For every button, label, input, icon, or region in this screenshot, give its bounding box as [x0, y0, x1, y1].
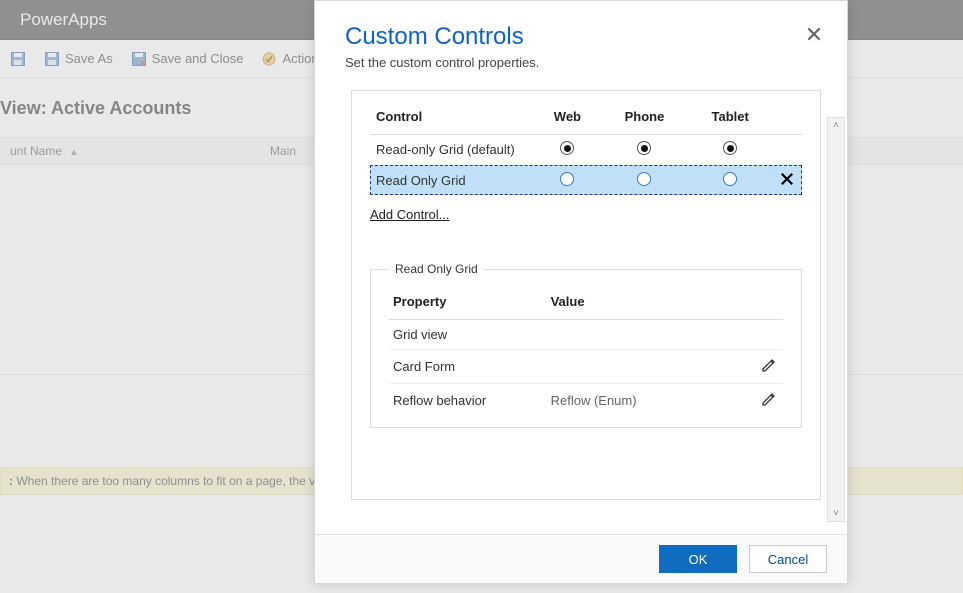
property-name: Card Form	[389, 350, 547, 384]
control-name: Read-only Grid (default)	[370, 135, 534, 165]
dialog-subtitle: Set the custom control properties.	[345, 55, 817, 70]
property-name: Grid view	[389, 320, 547, 350]
property-value	[547, 350, 757, 384]
save-icon	[10, 51, 26, 67]
radio-tablet[interactable]	[723, 172, 737, 186]
sort-asc-icon: ▲	[69, 147, 78, 157]
edit-property-button[interactable]	[761, 357, 777, 373]
column-label: Main	[270, 144, 296, 158]
close-icon	[780, 172, 794, 186]
controls-table: Control Web Phone Tablet Read-only Grid …	[370, 105, 802, 195]
save-close-button[interactable]: Save and Close	[131, 51, 244, 67]
property-value	[547, 320, 757, 350]
save-as-button[interactable]: Save As	[44, 51, 113, 67]
property-legend: Read Only Grid	[389, 262, 484, 276]
column-label: unt Name	[10, 144, 62, 158]
scroll-down-icon: ˅	[833, 506, 839, 521]
scroll-up-icon: ˄	[833, 118, 839, 133]
control-row-default[interactable]: Read-only Grid (default)	[370, 135, 802, 165]
column-header[interactable]: unt Name ▲	[0, 144, 260, 158]
ok-button[interactable]: OK	[659, 545, 737, 573]
property-value: Reflow (Enum)	[547, 384, 757, 418]
col-property: Property	[389, 290, 547, 320]
col-phone: Phone	[601, 105, 689, 135]
radio-phone[interactable]	[637, 172, 651, 186]
save-close-label: Save and Close	[152, 51, 244, 66]
edit-property-button[interactable]	[761, 391, 777, 407]
dialog-title: Custom Controls	[345, 23, 817, 51]
property-name: Reflow behavior	[389, 384, 547, 418]
col-web: Web	[534, 105, 600, 135]
custom-controls-dialog: Custom Controls Set the custom control p…	[314, 0, 848, 584]
note-text: When there are too many columns to fit o…	[13, 474, 333, 488]
property-fieldset: Read Only Grid Property Value Grid view	[370, 262, 802, 428]
save-as-icon	[44, 51, 60, 67]
property-row: Grid view	[389, 320, 783, 350]
save-as-label: Save As	[65, 51, 113, 66]
controls-panel: Control Web Phone Tablet Read-only Grid …	[351, 90, 821, 500]
cancel-button[interactable]: Cancel	[749, 545, 827, 573]
save-close-icon	[131, 51, 147, 67]
dialog-header: Custom Controls Set the custom control p…	[315, 1, 847, 78]
radio-web[interactable]	[560, 141, 574, 155]
dialog-scrollbar[interactable]: ˄ ˅	[827, 117, 845, 522]
property-table: Property Value Grid view Card Form	[389, 290, 783, 417]
save-button[interactable]	[10, 51, 26, 67]
pencil-icon	[761, 357, 777, 373]
radio-phone[interactable]	[637, 141, 651, 155]
radio-web[interactable]	[560, 172, 574, 186]
control-row-selected[interactable]: Read Only Grid	[370, 165, 802, 196]
dialog-footer: OK Cancel	[315, 534, 847, 583]
column-header[interactable]: Main	[260, 144, 306, 158]
col-edit	[757, 290, 783, 320]
control-name: Read Only Grid	[370, 165, 534, 196]
col-value: Value	[547, 290, 757, 320]
property-row: Reflow behavior Reflow (Enum)	[389, 384, 783, 418]
close-icon	[805, 25, 823, 43]
pencil-icon	[761, 391, 777, 407]
app-title: PowerApps	[20, 10, 107, 30]
actions-icon	[261, 51, 277, 67]
property-row: Card Form	[389, 350, 783, 384]
radio-tablet[interactable]	[723, 141, 737, 155]
col-tablet: Tablet	[688, 105, 772, 135]
remove-control-button[interactable]	[779, 171, 795, 187]
col-actions	[772, 105, 802, 135]
dialog-body: Control Web Phone Tablet Read-only Grid …	[315, 78, 847, 534]
add-control-link[interactable]: Add Control...	[370, 207, 450, 222]
dialog-close-button[interactable]	[805, 25, 823, 43]
col-control: Control	[370, 105, 534, 135]
